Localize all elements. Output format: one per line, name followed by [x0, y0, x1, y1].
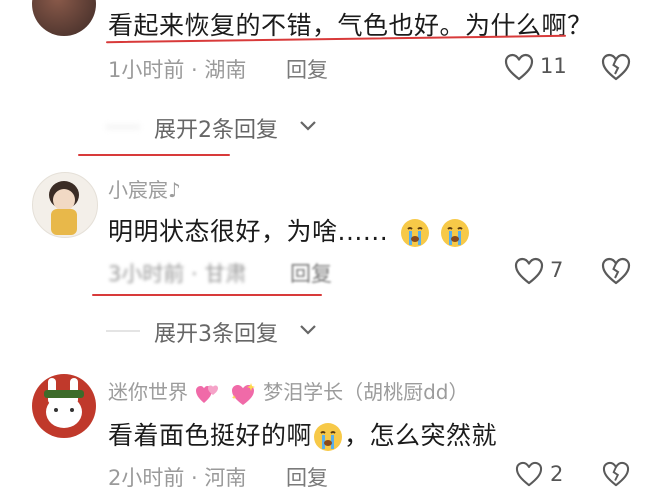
expand-replies-label: 展开3条回复 [154, 322, 278, 347]
comment-3-username[interactable]: 迷你世界 梦泪学长（胡桃厨dd） [108, 376, 468, 407]
comment-2-like-count: 7 [550, 258, 564, 282]
comment-1-meta: 1小时前 · 湖南 [108, 58, 247, 82]
comment-2-text-content: 明明状态很好，为啥...... [108, 217, 389, 246]
reply-divider [106, 330, 140, 332]
handwritten-underline [78, 154, 230, 156]
dislike-heart-icon[interactable] [601, 257, 631, 285]
reply-divider [106, 126, 140, 128]
username-suffix: 梦泪学长（胡桃厨dd） [263, 380, 469, 404]
comment-2-username[interactable]: 小宸宸♪ [108, 174, 181, 203]
heart-icon[interactable] [514, 257, 544, 285]
comment-2-text: 明明状态很好，为啥...... [108, 212, 471, 249]
avatar-comment-1[interactable] [32, 0, 96, 36]
comment-1-reply-button[interactable]: 回复 [286, 54, 328, 84]
chevron-down-icon [300, 325, 316, 335]
chevron-down-icon [300, 121, 316, 131]
comment-2-meta: 3小时前 · 甘肃 [108, 262, 247, 286]
crying-face-emoji [314, 423, 343, 451]
comment-3-text: 看着面色挺好的啊 ，怎么突然就 [108, 416, 497, 453]
expand-replies-label: 展开2条回复 [154, 118, 278, 143]
dislike-heart-icon[interactable] [601, 53, 631, 81]
sparkling-heart-emoji [231, 382, 255, 405]
heart-icon[interactable] [504, 53, 534, 81]
crying-face-emoji [441, 219, 470, 247]
heart-icon[interactable] [514, 461, 544, 487]
handwritten-underline [92, 294, 322, 296]
comment-1-like-count: 11 [540, 54, 567, 78]
avatar-comment-3[interactable] [32, 374, 96, 438]
comment-3-text-before: 看着面色挺好的啊 [108, 421, 313, 450]
comment-3-text-after: ，怎么突然就 [344, 421, 498, 450]
comment-3-like-count: 2 [550, 462, 564, 486]
username-prefix: 迷你世界 [108, 380, 188, 404]
sparkling-heart-emoji [196, 385, 219, 403]
crying-face-emoji [400, 219, 429, 247]
comment-2-reply-button[interactable]: 回复 [290, 258, 332, 288]
avatar-comment-2[interactable] [32, 172, 98, 238]
dislike-heart-icon[interactable] [601, 461, 631, 487]
